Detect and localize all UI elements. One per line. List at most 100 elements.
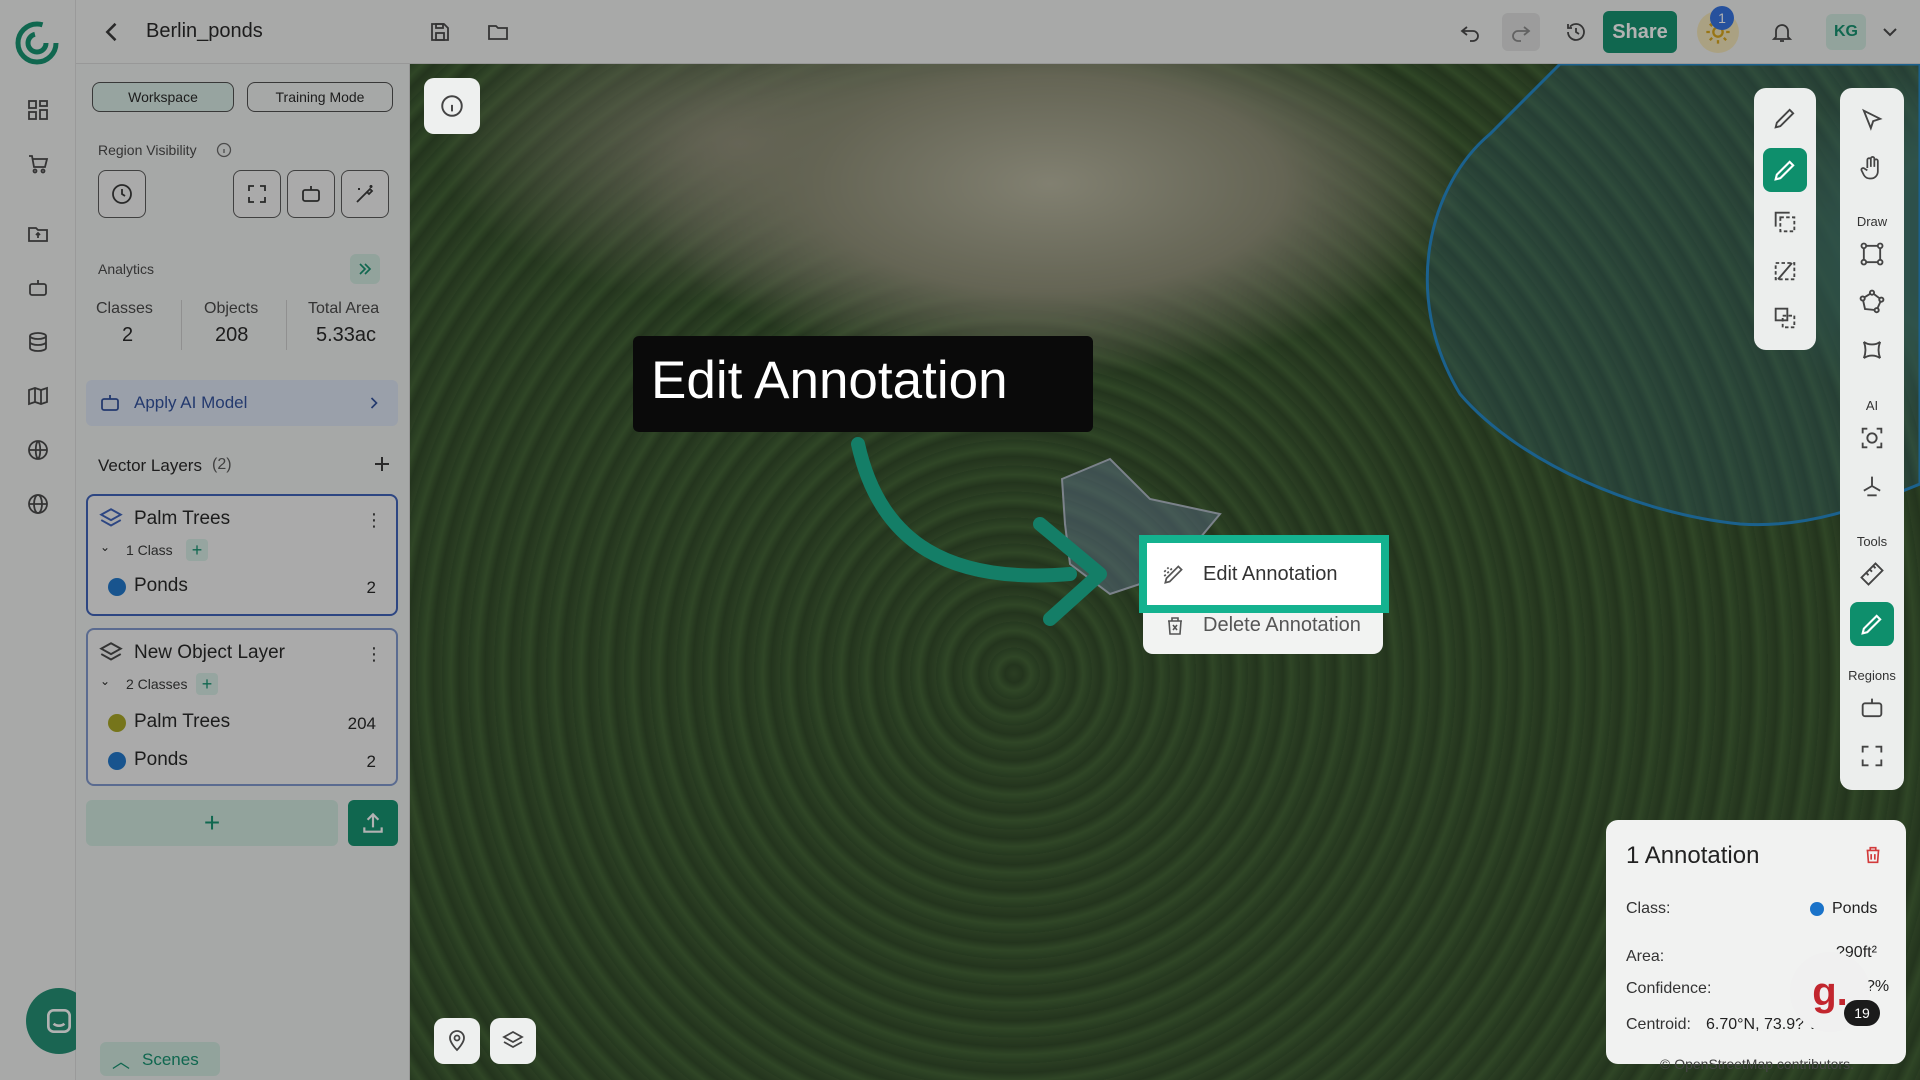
info-icon[interactable] [216,142,232,158]
region-fullscreen-icon[interactable] [1850,734,1894,778]
class-label[interactable]: Ponds [134,749,188,771]
chevron-right-icon [364,393,384,418]
globe-grid-icon[interactable] [22,434,54,466]
rectangle-draw-icon[interactable] [1850,232,1894,276]
ai-detect-icon[interactable] [1850,416,1894,460]
top-bar: Berlin_ponds Share KG [76,0,1920,64]
support-widget-count-badge: 19 [1844,1000,1880,1026]
edit-pen-active-icon[interactable] [1763,148,1807,192]
class-label[interactable]: Ponds [134,575,188,597]
class-field-value: Ponds [1832,900,1878,917]
fullscreen-region-icon[interactable] [233,170,281,218]
region-visibility-label: Region Visibility [98,142,197,158]
class-color-dot [108,714,126,732]
layer-menu-kebab-icon[interactable]: ⋮ [364,642,384,666]
export-upload-button[interactable] [348,800,398,846]
chevron-up-icon: ︿ [112,1052,130,1072]
layers-icon[interactable] [490,1018,536,1064]
ai-section-label: AI [1865,398,1879,413]
objects-stat-label: Objects [204,300,259,317]
delete-annotation-label: Delete Annotation [1203,614,1361,636]
tutorial-callout: Edit Annotation [633,336,1093,432]
select-pointer-icon[interactable] [1850,98,1894,142]
redo-icon[interactable] [1502,13,1540,51]
layer-card-new-object-layer[interactable]: New Object Layer ⋮ ⌄ 2 Classes + Palm Tr… [86,628,398,786]
dashboard-icon[interactable] [22,94,54,126]
class-count: 2 [366,752,376,771]
layers-stack-icon [98,506,124,537]
globe-icon[interactable] [22,488,54,520]
add-class-plus-icon[interactable]: + [196,673,218,695]
area-field-label: Area: [1626,948,1665,965]
database-icon[interactable] [22,326,54,358]
freeform-draw-icon[interactable] [1850,328,1894,372]
apply-ai-model-button[interactable]: Apply AI Model [86,380,398,426]
class-label[interactable]: Palm Trees [134,711,230,733]
user-avatar[interactable]: KG [1826,14,1866,50]
class-color-dot [108,752,126,770]
edit-annotation-item[interactable]: Edit Annotation [1139,535,1389,613]
map-icon[interactable] [22,380,54,412]
add-layer-plus-icon[interactable] [370,452,394,476]
magic-wand-region-icon[interactable] [341,170,389,218]
bell-icon[interactable] [1766,16,1798,48]
history-icon[interactable] [1560,16,1592,48]
robot-region-icon[interactable] [287,170,335,218]
notification-count-badge: 1 [1710,6,1734,30]
vector-layers-label: Vector Layers [98,456,202,475]
region-robot-icon[interactable] [1850,686,1894,730]
scenes-button[interactable]: ︿ Scenes [100,1042,220,1076]
tools-section-label: Tools [1856,534,1888,549]
annotation-count-title: 1 Annotation [1626,842,1760,869]
app-logo-icon[interactable] [14,20,60,66]
layers-stack-icon [98,640,124,671]
polygon-draw-icon[interactable] [1850,280,1894,324]
layer-class-count: 1 Class [126,542,173,558]
classes-stat-value: 2 [122,324,134,346]
pan-hand-icon[interactable] [1850,146,1894,190]
add-class-plus-icon[interactable]: + [186,539,208,561]
share-button[interactable]: Share [1603,11,1677,53]
folder-icon[interactable] [482,16,514,48]
delete-trash-icon [1163,614,1187,643]
workspace-tab[interactable]: Workspace [92,82,234,112]
layer-menu-kebab-icon[interactable]: ⋮ [364,508,384,532]
class-count: 204 [347,714,376,733]
clock-visibility-icon[interactable] [98,170,146,218]
ruler-icon[interactable] [1850,552,1894,596]
pen-tool-icon[interactable] [1763,96,1807,140]
total-area-stat-value: 5.33ac [316,324,377,346]
location-pin-icon[interactable] [434,1018,480,1064]
training-mode-tab[interactable]: Training Mode [247,82,393,112]
merge-shape-icon[interactable] [1763,296,1807,340]
stat-divider [181,300,182,350]
plus-icon: + [203,807,221,838]
ai-segment-icon[interactable] [1850,464,1894,508]
copy-shape-icon[interactable] [1763,200,1807,244]
add-layer-button[interactable]: + [86,800,338,846]
robot-icon[interactable] [22,272,54,304]
robot-icon [98,391,122,420]
total-area-stat-label: Total Area [308,300,380,317]
class-color-dot [1810,902,1824,916]
chevron-down-icon[interactable]: ⌄ [100,540,110,554]
folder-upload-icon[interactable] [22,218,54,250]
layer-card-palm-trees[interactable]: Palm Trees ⋮ ⌄ 1 Class + Ponds 2 [86,494,398,616]
cart-icon[interactable] [22,148,54,180]
centroid-field-label: Centroid: [1626,1016,1691,1033]
chevron-down-icon[interactable] [1874,16,1906,48]
expand-analytics-icon[interactable] [350,254,380,284]
delete-trash-icon[interactable] [1862,844,1884,871]
edit-tool-active-icon[interactable] [1850,602,1894,646]
chevron-down-icon[interactable]: ⌄ [100,674,110,688]
back-chevron-icon[interactable] [98,18,126,46]
save-icon[interactable] [424,16,456,48]
undo-icon[interactable] [1454,16,1486,48]
split-shape-icon[interactable] [1763,248,1807,292]
project-title: Berlin_ponds [146,20,263,42]
support-widget-letter: g. [1812,969,1848,1014]
objects-stat-value: 208 [215,324,249,346]
class-field-label: Class: [1626,900,1671,917]
class-count: 2 [366,578,376,597]
map-info-icon[interactable] [424,78,480,134]
